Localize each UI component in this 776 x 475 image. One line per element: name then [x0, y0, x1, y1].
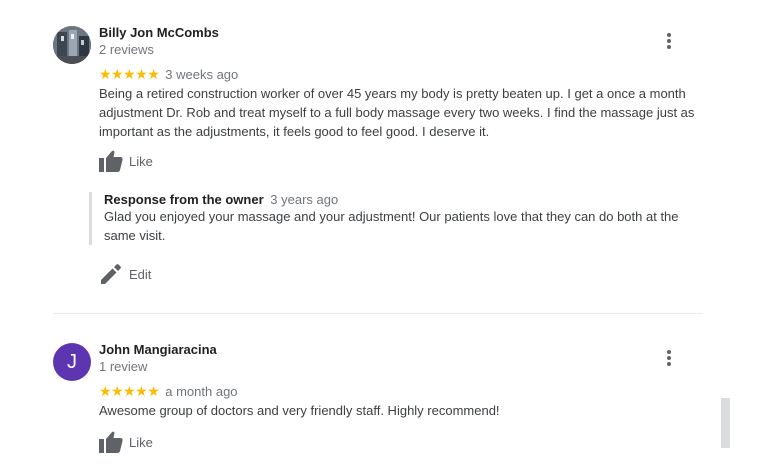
- more-vert-icon: [667, 350, 671, 366]
- scrollbar-thumb[interactable]: [721, 398, 730, 448]
- star-rating: ★★★★★: [99, 383, 160, 399]
- review-text: Awesome group of doctors and very friend…: [99, 403, 500, 418]
- reviewer-avatar[interactable]: J: [53, 343, 91, 381]
- like-button[interactable]: Like: [99, 430, 153, 454]
- review-card: J John Mangiaracina 1 review ★★★★★ a mont…: [0, 0, 740, 475]
- rating-row: ★★★★★ a month ago: [99, 383, 238, 400]
- reviewer-name[interactable]: John Mangiaracina: [99, 342, 217, 357]
- thumb-up-icon: [99, 431, 123, 453]
- like-label: Like: [129, 434, 153, 450]
- review-count: 1 review: [99, 359, 148, 374]
- more-options-button[interactable]: [659, 348, 679, 368]
- review-time: a month ago: [165, 384, 238, 399]
